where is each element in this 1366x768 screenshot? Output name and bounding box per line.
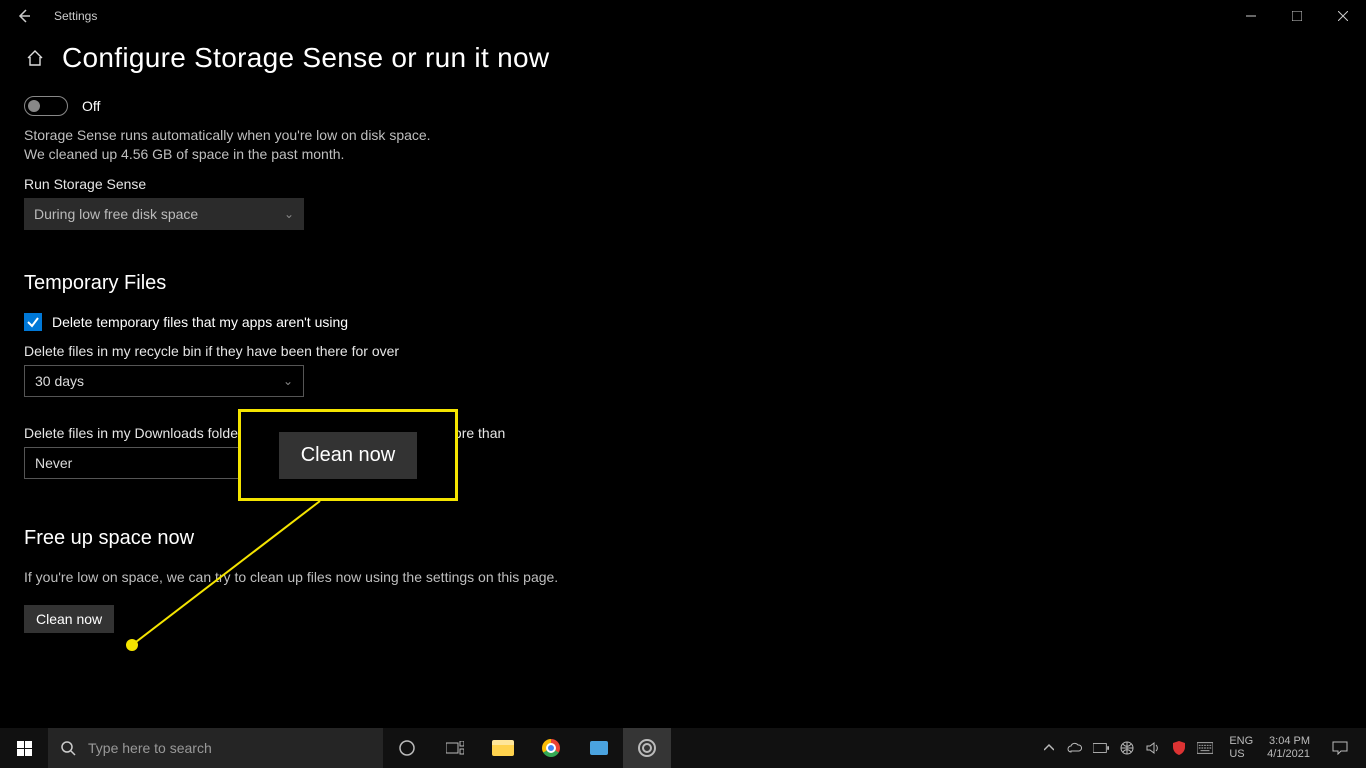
storage-sense-toggle[interactable] [24, 96, 68, 116]
action-center-button[interactable] [1320, 728, 1360, 768]
chevron-down-icon: ⌄ [283, 374, 293, 388]
schedule-label: Run Storage Sense [24, 176, 1342, 192]
clock-button[interactable]: 3:04 PM 4/1/2021 [1267, 735, 1310, 760]
chrome-icon [542, 739, 560, 757]
chevron-up-icon [1044, 743, 1054, 753]
notification-icon [1332, 741, 1348, 755]
delete-temp-label: Delete temporary files that my apps aren… [52, 314, 348, 330]
keyboard-icon [1197, 742, 1213, 754]
task-view-button[interactable] [431, 728, 479, 768]
minimize-icon [1246, 11, 1256, 21]
generic-app-icon [589, 740, 609, 756]
shield-icon [1173, 741, 1185, 755]
language-indicator[interactable]: ENG US [1229, 735, 1253, 760]
callout-overlay: Clean now [238, 409, 458, 501]
app-taskbar[interactable] [575, 728, 623, 768]
gear-icon [638, 739, 656, 757]
cloud-icon [1067, 742, 1083, 754]
page-title: Configure Storage Sense or run it now [62, 42, 549, 74]
clock-time: 3:04 PM [1267, 735, 1310, 748]
onedrive-tray[interactable] [1067, 740, 1083, 756]
back-button[interactable] [0, 0, 48, 32]
lang-top: ENG [1229, 735, 1253, 748]
search-icon [60, 740, 76, 756]
home-icon [25, 48, 45, 68]
checkmark-icon [26, 315, 40, 329]
chrome-taskbar[interactable] [527, 728, 575, 768]
keyboard-tray[interactable] [1197, 740, 1213, 756]
callout-clean-now-button[interactable]: Clean now [279, 432, 418, 479]
search-placeholder: Type here to search [88, 740, 212, 756]
free-space-heading: Free up space now [24, 527, 1342, 550]
titlebar: Settings [0, 0, 1366, 32]
toggle-state-label: Off [82, 98, 100, 114]
home-button[interactable] [24, 47, 46, 69]
clean-now-button[interactable]: Clean now [24, 605, 114, 633]
temp-files-heading: Temporary Files [24, 272, 1342, 295]
start-button[interactable] [0, 728, 48, 768]
chevron-down-icon: ⌄ [284, 207, 294, 221]
tray-overflow-button[interactable] [1041, 740, 1057, 756]
taskbar: Type here to search [0, 728, 1366, 768]
window-maximize-button[interactable] [1274, 0, 1320, 32]
delete-temp-checkbox[interactable] [24, 313, 42, 331]
recycle-dropdown[interactable]: 30 days ⌄ [24, 365, 304, 397]
taskbar-search[interactable]: Type here to search [48, 728, 383, 768]
volume-tray[interactable] [1145, 740, 1161, 756]
back-arrow-icon [16, 8, 32, 24]
toggle-knob [28, 100, 40, 112]
close-icon [1338, 11, 1348, 21]
window-minimize-button[interactable] [1228, 0, 1274, 32]
cortana-icon [398, 739, 416, 757]
file-explorer-taskbar[interactable] [479, 728, 527, 768]
recycle-label: Delete files in my recycle bin if they h… [24, 343, 1342, 359]
battery-icon [1093, 743, 1109, 753]
globe-icon [1120, 741, 1134, 755]
free-space-description: If you're low on space, we can try to cl… [24, 568, 584, 587]
storage-sense-description: Storage Sense runs automatically when yo… [24, 126, 454, 164]
app-title: Settings [54, 9, 97, 23]
security-tray[interactable] [1171, 740, 1187, 756]
file-explorer-icon [492, 740, 514, 756]
network-tray[interactable] [1119, 740, 1135, 756]
downloads-label: Delete files in my Downloads folder if t… [24, 425, 1342, 441]
clock-date: 4/1/2021 [1267, 748, 1310, 761]
window-close-button[interactable] [1320, 0, 1366, 32]
windows-logo-icon [17, 741, 32, 756]
settings-taskbar[interactable] [623, 728, 671, 768]
maximize-icon [1292, 11, 1302, 21]
recycle-value: 30 days [35, 373, 84, 389]
schedule-dropdown[interactable]: During low free disk space ⌄ [24, 198, 304, 230]
downloads-value: Never [35, 455, 72, 471]
cortana-button[interactable] [383, 728, 431, 768]
content-area: Configure Storage Sense or run it now Of… [0, 32, 1366, 633]
battery-tray[interactable] [1093, 740, 1109, 756]
task-view-icon [446, 741, 464, 755]
lang-bottom: US [1229, 748, 1253, 761]
speaker-icon [1146, 741, 1160, 755]
schedule-value: During low free disk space [34, 206, 198, 222]
